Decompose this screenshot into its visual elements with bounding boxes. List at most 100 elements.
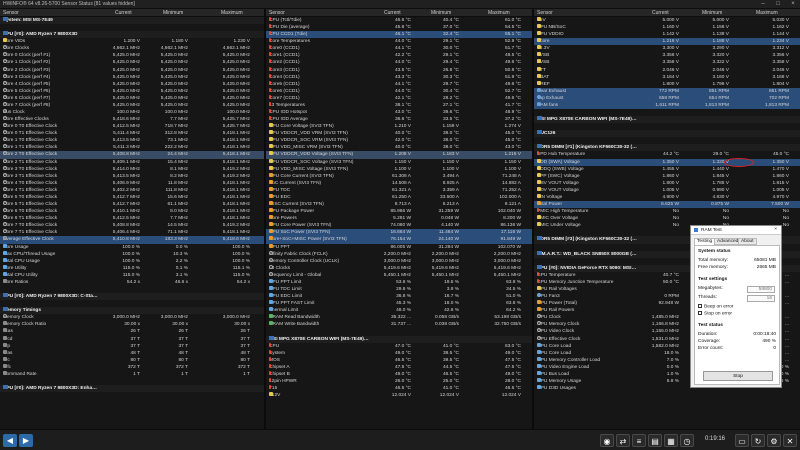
- sensor-row[interactable]: Top Exhaust 658 RPM 654 RPM 702 RPM: [534, 94, 800, 102]
- sensor-row[interactable]: Chipset A 47.5 °C 44.5 °C 47.5 °C: [266, 363, 532, 371]
- sensor-row[interactable]: VIN Voltage 4.900 V 4.830 V 4.970 V: [534, 193, 800, 201]
- sensor-row[interactable]: Rear Exhaust 772 RPM 851 RPM 851 RPM: [534, 87, 800, 95]
- minimize-button[interactable]: –: [756, 0, 770, 8]
- nav-left-icon[interactable]: ◀: [3, 434, 17, 447]
- sensor-row[interactable]: CPU VDD_MISC VRM (SVI3 TFN) 40.0 °C 38.0 °…: [266, 144, 532, 151]
- sensor-row[interactable]: CPU TDC 61.321 A 3.359 A 71.252 A: [266, 186, 532, 194]
- sensor-group-header[interactable]: MSI MPG X870E CARBON WIFI (MS-7E49) (Nuv…: [266, 335, 532, 343]
- sensor-row[interactable]: Core0 (CCD1) 44.1 °C 30.0 °C 51.7 °C: [266, 45, 532, 52]
- chart-icon[interactable]: ▦: [664, 434, 678, 447]
- sensor-row[interactable]: T15 46.5 °C 41.0 °C 46.5 °C: [266, 385, 532, 392]
- sensor-row[interactable]: Core 6 Clock (perf #7) 5,425.0 MHz 5,425.0…: [0, 94, 264, 102]
- sensor-group-header[interactable]: DDR5 DIMM [#1] (Kingston KF560C30-32 (P0…: [534, 144, 800, 152]
- sensor-row[interactable]: CPU VDDCR_SOC VRM (SVI3 TFN) 42.0 °C 38.0 …: [266, 137, 532, 144]
- sensor-row[interactable]: L3 Clocks 5,419.6 MHz 5,419.6 MHz 5,419.6 M…: [266, 264, 532, 272]
- sensors-icon[interactable]: ◉: [600, 434, 614, 447]
- column-header[interactable]: Sensor Current Minimum Maximum: [534, 9, 800, 17]
- sensor-row[interactable]: CPU 47.0 °C 41.0 °C 63.0 °C: [266, 342, 532, 350]
- sensor-row[interactable]: Memory Clock 3,000.0 MHz 3,000.0 MHz 3,000.…: [0, 314, 264, 321]
- sensor-row[interactable]: Core 0 T0 Effective Clock 5,412.5 MHz 718.…: [0, 123, 264, 130]
- sensor-row[interactable]: Infinity Fabric Clock (FCLK) 2,200.0 MHz 2…: [266, 250, 532, 258]
- column-header[interactable]: Sensor Current Minimum Maximum: [266, 9, 532, 17]
- sensor-row[interactable]: Core 5 T1 Effective Clock 5,412.7 MHz 61.1…: [0, 201, 264, 208]
- nav-right-icon[interactable]: ▶: [19, 434, 33, 447]
- col-sensor[interactable]: Sensor: [269, 10, 285, 16]
- beep-on-error-checkbox[interactable]: [698, 304, 702, 308]
- sensor-group-header[interactable]: CPU [#0]: AMD Ryzen 7 9800X3D: C-State R…: [0, 293, 264, 301]
- sensor-row[interactable]: Core Clocks 4,662.1 MHz 4,662.1 MHz 4,662.1…: [0, 45, 264, 52]
- sensor-row[interactable]: 3VSB 3.356 V 3.320 V 3.356 V: [534, 52, 800, 59]
- sensor-row[interactable]: [266, 328, 532, 335]
- sensor-row[interactable]: Core Utility 115.0 % 0.1 % 115.1 %: [0, 264, 264, 272]
- sensor-row[interactable]: [0, 300, 264, 307]
- col-minimum[interactable]: Minimum: [431, 10, 451, 16]
- sensor-row[interactable]: CPU Die (average) 45.8 °C 37.0 °C 54.5 °C: [266, 24, 532, 31]
- stop-test-button[interactable]: Stop: [703, 371, 773, 381]
- sensor-row[interactable]: Core 4 T1 Effective Clock 5,402.2 MHz 111.…: [0, 186, 264, 194]
- sensor-group-header[interactable]: Memory Timings: [0, 307, 264, 315]
- col-maximum[interactable]: Maximum: [488, 10, 510, 16]
- sensor-row[interactable]: Core 2 T0 Effective Clock 5,408.8 MHz 24.4…: [0, 151, 264, 159]
- sensor-row[interactable]: CPU (Tctl/Tdie) 46.6 °C 40.4 °C 61.0 °C: [266, 17, 532, 24]
- reset-icon[interactable]: ↻: [751, 434, 765, 447]
- sensor-row[interactable]: Core5 (CCD1) 44.1 °C 29.7 °C 49.6 °C: [266, 80, 532, 88]
- sensor-row[interactable]: Core 3 Clock (perf #4) 5,425.0 MHz 5,425.0…: [0, 73, 264, 81]
- sensor-row[interactable]: 1.8V VOUT Voltage 1.800 V 1.785 V 1.815 V: [534, 179, 800, 187]
- sensor-row[interactable]: [534, 123, 800, 130]
- sensor-row[interactable]: CPU VDDIO 1.142 V 1.138 V 1.144 V: [534, 31, 800, 38]
- sensor-row[interactable]: CPU IOD Hotspot 43.0 °C 39.6 °C 48.9 °C: [266, 109, 532, 116]
- sensor-row[interactable]: Core Usage 100.0 % 0.0 % 100.0 %: [0, 243, 264, 251]
- sensor-row[interactable]: Trfc 372 T 372 T 372 T: [0, 363, 264, 371]
- ramtest-titlebar[interactable]: RAM Test ×: [691, 226, 781, 235]
- sensor-row[interactable]: Chipset B 49.0 °C 46.5 °C 49.0 °C: [266, 370, 532, 378]
- column-header[interactable]: Sensor Current Minimum Maximum: [0, 9, 264, 17]
- close-button[interactable]: ×: [786, 0, 800, 8]
- sensor-row[interactable]: Memory Controller Clock (UCLK) 3,000.0 MH…: [266, 257, 532, 265]
- sensor-row[interactable]: L3 Temperatures 38.1 °C 27.1 °C 41.7 °C: [266, 101, 532, 109]
- sensor-row[interactable]: Core 3 T0 Effective Clock 5,414.0 MHz 8.1 …: [0, 165, 264, 173]
- col-sensor[interactable]: Sensor: [3, 10, 19, 16]
- sensor-row[interactable]: CPU Package Power 85.966 W 31.259 W 102.040…: [266, 208, 532, 215]
- sensor-row[interactable]: Core1 (CCD1) 42.2 °C 29.1 °C 48.5 °C: [266, 52, 532, 59]
- sensor-row[interactable]: CPU EDC Limit 36.8 % 16.7 % 51.0 %: [266, 293, 532, 300]
- sensor-row[interactable]: Core 0 T1 Effective Clock 5,411.4 MHz 312.…: [0, 130, 264, 137]
- sensor-row[interactable]: Core 1 T0 Effective Clock 5,413.5 MHz 73.1…: [0, 137, 264, 144]
- sensor-row[interactable]: Core7 (CCD1) 42.1 °C 28.2 °C 49.6 °C: [266, 94, 532, 102]
- beep-on-error-row[interactable]: Beep on error: [698, 304, 733, 310]
- sensor-row[interactable]: VREF 1.800 V 1.796 V 1.804 V: [534, 80, 800, 88]
- maximize-button[interactable]: □: [771, 0, 785, 8]
- sensor-row[interactable]: Average Effective Clock 5,410.8 MHz 183.3 …: [0, 236, 264, 244]
- sensor-row[interactable]: VTT 2.046 V 2.046 V 2.046 V: [534, 66, 800, 74]
- sensor-row[interactable]: MOS 46.5 °C 39.5 °C 47.5 °C: [266, 356, 532, 364]
- sensor-row[interactable]: Vcore 1.216 V 1.188 V 1.234 V: [534, 38, 800, 46]
- sensor-row[interactable]: Core Temperatures 44.0 °C 29.1 °C 52.9 °C: [266, 38, 532, 45]
- sensor-row[interactable]: CPU VDD_MISC Voltage (SVI3 TFN) 1.100 V 1.…: [266, 165, 532, 173]
- sensor-row[interactable]: CPU PPT Limit 53.6 % 19.5 % 63.8 %: [266, 278, 532, 286]
- screenshot-icon[interactable]: ▭: [735, 434, 749, 447]
- sensor-group-header[interactable]: NUC126: [534, 130, 800, 138]
- sensor-row[interactable]: Memory Clock Ratio 30.00 x 30.00 x 30.00 x: [0, 321, 264, 328]
- megabytes-input[interactable]: 58800: [747, 286, 775, 293]
- stop-on-error-checkbox[interactable]: [698, 311, 702, 315]
- sensor-row[interactable]: Trcd 37 T 37 T 37 T: [0, 335, 264, 343]
- sensor-row[interactable]: Core 0 Clock (perf #1) 5,425.0 MHz 5,425.0…: [0, 52, 264, 59]
- sensor-row[interactable]: CPU VDDCR_VDD VRM (SVI3 TFN) 40.0 °C 38.0 …: [266, 130, 532, 137]
- sensor-row[interactable]: Core2 (CCD1) 44.0 °C 29.4 °C 49.6 °C: [266, 59, 532, 66]
- col-current[interactable]: Current: [115, 10, 132, 16]
- sensor-row[interactable]: [0, 378, 264, 385]
- sensor-row[interactable]: CPU Core Power (SVI3 TFN) 74.080 W 4.140 W…: [266, 222, 532, 229]
- sensor-row[interactable]: PMIC Over Voltage No No No: [534, 215, 800, 222]
- sensor-row[interactable]: Total CPU Usage 100.0 % 2.2 % 100.0 %: [0, 257, 264, 265]
- sensor-row[interactable]: Core Ratios 54.2 x 46.6 x 54.2 x: [0, 278, 264, 286]
- col-current[interactable]: Current: [652, 10, 669, 16]
- graph-icon[interactable]: ▤: [648, 434, 662, 447]
- sensor-row[interactable]: Core 5 Clock (perf #6) 5,425.0 MHz 5,425.0…: [0, 87, 264, 95]
- sensor-row[interactable]: Trp 37 T 37 T 37 T: [0, 342, 264, 350]
- sensor-row[interactable]: Core 1 Clock (perf #2) 5,425.0 MHz 5,425.0…: [0, 59, 264, 66]
- sensor-row[interactable]: CPU VDDCR_SOC Voltage (SVI3 TFN) 1.150 V 1…: [266, 158, 532, 166]
- threads-input[interactable]: 16: [747, 295, 775, 302]
- col-maximum[interactable]: Maximum: [221, 10, 243, 16]
- sensor-row[interactable]: System 49.0 °C 38.5 °C 49.0 °C: [266, 349, 532, 357]
- sensor-row[interactable]: +5V 5.000 V 5.000 V 5.030 V: [534, 17, 800, 24]
- sensor-row[interactable]: [0, 286, 264, 293]
